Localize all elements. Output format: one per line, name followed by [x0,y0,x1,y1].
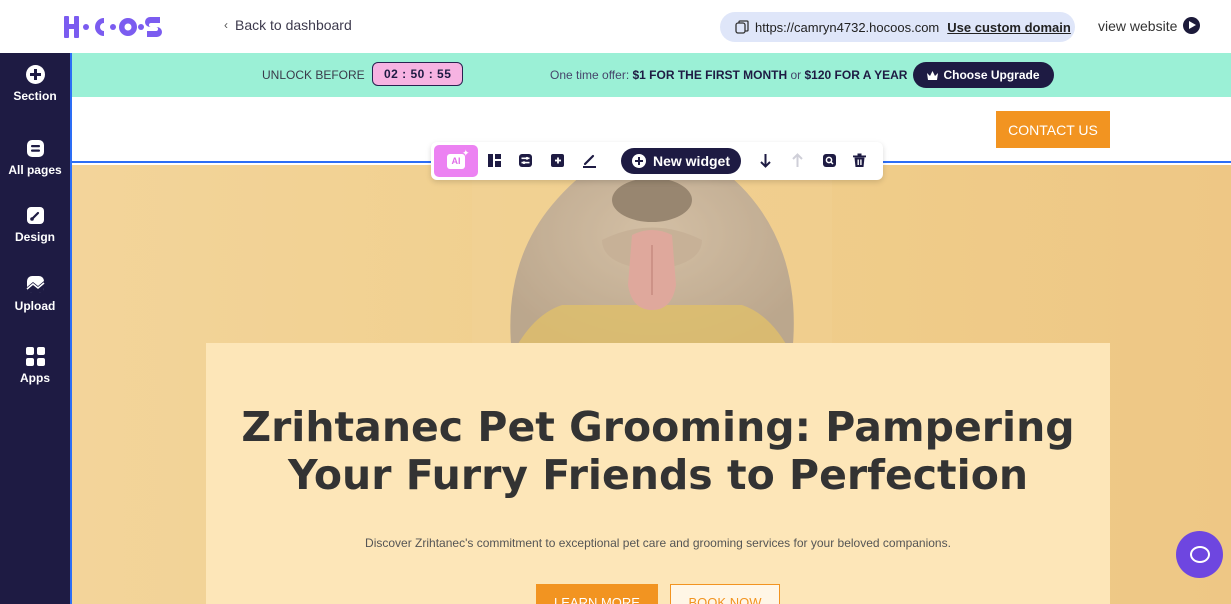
copy-icon[interactable] [735,20,749,34]
site-domain-bar: https://camryn4732.hocoos.com Use custom… [720,12,1075,42]
ai-assistant-button[interactable]: AI ✦ [434,145,478,177]
pages-icon [26,140,44,157]
contact-us-button[interactable]: CONTACT US [996,111,1110,148]
brush-icon [26,207,44,224]
offer-year-price: $120 FOR A YEAR [804,68,908,82]
learn-more-button[interactable]: LEARN MORE [536,584,658,604]
hero-title: Zrihtanec Pet Grooming: Pampering Your F… [241,403,1075,499]
upload-image-icon [26,276,44,293]
new-widget-button[interactable]: New widget [621,148,741,174]
dog-photo [472,165,832,355]
sidebar-item-design[interactable]: Design [0,206,70,244]
move-down-icon[interactable] [758,153,773,168]
brush-icon[interactable] [582,153,597,168]
upgrade-promo-banner: UNLOCK BEFORE 02 : 50 : 55 One time offe… [72,53,1231,97]
offer-month-price: $1 FOR THE FIRST MONTH [632,68,788,82]
choose-upgrade-button[interactable]: Choose Upgrade [913,62,1054,88]
sidebar-item-label: Upload [14,299,56,313]
back-to-dashboard-link[interactable]: ‹ Back to dashboard [224,17,352,33]
back-to-dashboard-label: Back to dashboard [235,17,352,33]
sidebar-item-label: Design [14,230,55,244]
sidebar-item-label: Apps [20,371,50,385]
trash-icon[interactable] [852,153,867,168]
hero-section[interactable]: Zrihtanec Pet Grooming: Pampering Your F… [72,165,1231,604]
settings-sliders-icon[interactable] [518,153,533,168]
layout-icon[interactable] [487,153,502,168]
widget-toolbar: AI ✦ New widget [431,142,883,180]
countdown-timer: 02 : 50 : 55 [372,62,464,86]
use-custom-domain-link[interactable]: Use custom domain [947,20,1071,35]
sparkle-icon: ✦ [462,148,470,158]
view-website-label: view website [1098,17,1178,34]
hero-content-card: Zrihtanec Pet Grooming: Pampering Your F… [206,343,1110,604]
offer-or: or [787,68,805,82]
editor-sidebar: Section All pages Design Upload Apps [0,53,72,604]
move-up-icon[interactable] [790,153,805,168]
sidebar-item-label: All pages [8,163,62,177]
sidebar-item-upload[interactable]: Upload [0,275,70,313]
book-now-button[interactable]: BOOK NOW [670,584,780,604]
chat-support-button[interactable] [1176,531,1223,578]
new-widget-label: New widget [652,153,730,169]
chat-bubble-icon [1189,546,1210,563]
choose-upgrade-label: Choose Upgrade [943,68,1040,82]
crown-icon [927,70,939,80]
top-bar: ‹ Back to dashboard https://camryn4732.h… [0,0,1231,53]
site-url[interactable]: https://camryn4732.hocoos.com [755,20,939,35]
play-icon [1183,17,1201,34]
sidebar-item-all-pages[interactable]: All pages [0,139,70,177]
offer-text: One time offer: $1 FOR THE FIRST MONTH o… [550,68,907,82]
plus-circle-icon [25,65,45,84]
sidebar-item-section[interactable]: Section [0,65,70,103]
add-block-icon[interactable] [550,153,565,168]
offer-prefix: One time offer: [550,68,633,82]
chevron-left-icon: ‹ [224,18,228,32]
view-website-link[interactable]: view website [1098,17,1201,34]
sidebar-item-label: Section [13,89,57,103]
preview-icon[interactable] [822,153,837,168]
hero-subtitle: Discover Zrihtanec's commitment to excep… [365,536,951,550]
hocoos-logo[interactable] [62,12,172,42]
sidebar-item-apps[interactable]: Apps [0,347,70,385]
plus-circle-icon [631,154,646,168]
apps-grid-icon [25,347,45,366]
unlock-before-label: UNLOCK BEFORE [262,68,365,82]
